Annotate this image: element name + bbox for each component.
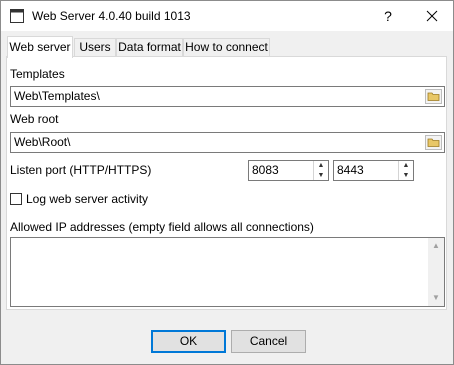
close-button[interactable] — [417, 1, 447, 31]
window-title: Web Server 4.0.40 build 1013 — [32, 9, 191, 23]
webroot-field[interactable]: Web\Root\ — [10, 132, 445, 153]
close-icon — [426, 10, 438, 22]
webroot-label: Web root — [10, 112, 59, 126]
web-server-panel: Templates Web\Templates\ Web root Web\Ro… — [6, 56, 447, 310]
spin-up-icon[interactable]: ▲ — [399, 161, 413, 170]
browse-templates-folder-icon[interactable] — [425, 89, 442, 104]
app-window-icon — [10, 9, 24, 23]
spin-down-icon[interactable]: ▼ — [399, 171, 413, 180]
templates-field[interactable]: Web\Templates\ — [10, 86, 445, 107]
spin-down-icon[interactable]: ▼ — [314, 171, 328, 180]
templates-label: Templates — [10, 67, 65, 81]
tab-users[interactable]: Users — [74, 38, 116, 56]
tab-data-format[interactable]: Data format — [116, 38, 183, 56]
templates-value: Web\Templates\ — [14, 89, 100, 103]
allowed-ip-textarea[interactable]: ▲ ▼ — [10, 237, 445, 307]
allowed-ip-scrollbar[interactable]: ▲ ▼ — [428, 238, 444, 306]
https-port-spinner[interactable]: 8443 ▲ ▼ — [333, 160, 414, 181]
log-activity-checkbox[interactable] — [10, 193, 22, 205]
https-port-value: 8443 — [337, 163, 364, 177]
http-port-arrows: ▲ ▼ — [313, 161, 328, 180]
webroot-value: Web\Root\ — [14, 135, 71, 149]
spin-up-icon[interactable]: ▲ — [314, 161, 328, 170]
dialog-window: Web Server 4.0.40 build 1013 ? Web serve… — [0, 0, 454, 365]
tab-web-server[interactable]: Web server — [7, 36, 73, 58]
listen-port-label: Listen port (HTTP/HTTPS) — [10, 163, 152, 177]
log-activity-label[interactable]: Log web server activity — [26, 192, 148, 206]
title-bar[interactable]: Web Server 4.0.40 build 1013 ? — [1, 1, 453, 31]
allowed-ip-label: Allowed IP addresses (empty field allows… — [10, 220, 314, 234]
http-port-spinner[interactable]: 8083 ▲ ▼ — [248, 160, 329, 181]
scroll-down-icon[interactable]: ▼ — [428, 290, 444, 306]
scroll-up-icon[interactable]: ▲ — [428, 238, 444, 254]
browse-webroot-folder-icon[interactable] — [425, 135, 442, 150]
http-port-value: 8083 — [252, 163, 279, 177]
https-port-arrows: ▲ ▼ — [398, 161, 413, 180]
help-button[interactable]: ? — [373, 1, 403, 31]
tab-how-to-connect[interactable]: How to connect — [183, 38, 270, 56]
cancel-button[interactable]: Cancel — [231, 330, 306, 353]
ok-button[interactable]: OK — [151, 330, 226, 353]
